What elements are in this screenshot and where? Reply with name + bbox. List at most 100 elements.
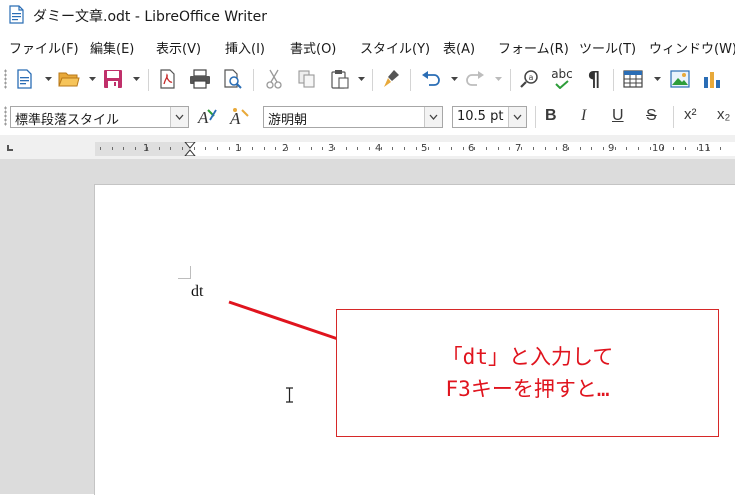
undo-dropdown[interactable] bbox=[450, 67, 458, 91]
menu-view[interactable]: 表示(V) bbox=[156, 38, 201, 57]
undo-button[interactable] bbox=[419, 67, 443, 91]
save-dropdown[interactable] bbox=[132, 67, 140, 91]
text-cursor-icon bbox=[286, 387, 293, 403]
paste-button[interactable] bbox=[328, 67, 352, 91]
tab-stop-selector[interactable] bbox=[7, 145, 13, 151]
print-button[interactable] bbox=[188, 67, 212, 91]
ruler-tick bbox=[673, 147, 674, 150]
ruler-tick bbox=[708, 147, 709, 150]
font-size-value: 10.5 pt bbox=[457, 109, 504, 124]
ruler-tick bbox=[404, 147, 405, 150]
text-boundary-mark bbox=[178, 266, 191, 279]
menu-bar: ファイル(F) 編集(E) 表示(V) 挿入(I) 書式(O) スタイル(Y) … bbox=[0, 33, 735, 60]
find-replace-icon: a bbox=[520, 70, 538, 88]
menu-format[interactable]: 書式(O) bbox=[290, 38, 336, 57]
new-dropdown[interactable] bbox=[44, 67, 52, 91]
chevron-down-icon bbox=[494, 77, 502, 81]
paragraph-style-combo[interactable]: 標準段落スタイル bbox=[10, 106, 189, 128]
toolbar-grip[interactable] bbox=[4, 106, 7, 126]
font-size-combo[interactable]: 10.5 pt bbox=[452, 106, 527, 128]
export-pdf-icon bbox=[160, 69, 175, 89]
menu-table[interactable]: 表(A) bbox=[443, 38, 475, 57]
strikethrough-button[interactable]: S bbox=[646, 107, 657, 125]
table-dropdown[interactable] bbox=[653, 67, 661, 91]
ruler-tick bbox=[369, 147, 370, 150]
insert-chart-icon bbox=[704, 72, 720, 88]
spellcheck-button[interactable]: abc bbox=[550, 67, 574, 91]
ruler-tick bbox=[428, 147, 429, 150]
insert-chart-button[interactable] bbox=[700, 67, 724, 91]
bold-button[interactable]: B bbox=[545, 107, 557, 125]
clone-formatting-icon bbox=[384, 70, 399, 87]
ruler-area: 1 1 2 3 4 5 6 7 8 9 10 11 bbox=[0, 135, 735, 159]
menu-edit[interactable]: 編集(E) bbox=[90, 38, 134, 57]
ruler-tick bbox=[123, 147, 124, 150]
open-button[interactable] bbox=[57, 67, 81, 91]
find-replace-button[interactable]: a bbox=[518, 67, 542, 91]
menu-tools[interactable]: ツール(T) bbox=[579, 38, 636, 57]
ruler-tick bbox=[287, 147, 288, 150]
menu-form[interactable]: フォーム(R) bbox=[498, 38, 569, 57]
horizontal-ruler[interactable]: 1 1 2 3 4 5 6 7 8 9 10 11 bbox=[95, 142, 735, 156]
toolbar-separator bbox=[535, 106, 536, 128]
ruler-tick bbox=[100, 147, 101, 150]
save-button[interactable] bbox=[101, 67, 125, 91]
annotation-callout: 「dt」と入力して F3キーを押すと… bbox=[336, 309, 719, 437]
open-dropdown[interactable] bbox=[88, 67, 96, 91]
insert-image-button[interactable] bbox=[668, 67, 692, 91]
menu-insert[interactable]: 挿入(I) bbox=[225, 38, 265, 57]
toolbar-separator bbox=[510, 69, 511, 91]
paragraph-style-dropdown[interactable] bbox=[170, 107, 188, 127]
redo-button[interactable] bbox=[463, 67, 487, 91]
menu-file[interactable]: ファイル(F) bbox=[9, 38, 79, 57]
ruler-tick bbox=[662, 147, 663, 150]
print-preview-button[interactable] bbox=[221, 67, 245, 91]
font-size-dropdown[interactable] bbox=[508, 107, 526, 127]
new-document-button[interactable] bbox=[13, 67, 37, 91]
ruler-tick bbox=[626, 147, 627, 150]
clone-formatting-button[interactable] bbox=[380, 67, 404, 91]
chevron-down-icon bbox=[357, 77, 365, 81]
update-style-icon: A bbox=[197, 108, 217, 127]
redo-dropdown[interactable] bbox=[494, 67, 502, 91]
insert-table-button[interactable] bbox=[621, 67, 645, 91]
copy-icon bbox=[298, 70, 315, 88]
ruler-tick bbox=[346, 147, 347, 150]
update-style-button[interactable]: A bbox=[195, 105, 219, 129]
ruler-number: 9 bbox=[608, 143, 615, 154]
menu-window[interactable]: ウィンドウ(W) bbox=[649, 38, 735, 57]
toolbar-separator bbox=[253, 69, 254, 91]
superscript-button[interactable]: x² bbox=[684, 106, 697, 123]
cut-button[interactable] bbox=[262, 67, 286, 91]
chevron-down-icon bbox=[653, 77, 661, 81]
ruler-tick bbox=[591, 147, 592, 150]
italic-button[interactable]: I bbox=[581, 107, 586, 125]
ruler-tick bbox=[416, 147, 417, 150]
subscript-button[interactable]: x₂ bbox=[717, 106, 730, 123]
ruler-tick bbox=[650, 147, 651, 150]
toolbar-grip[interactable] bbox=[4, 69, 7, 89]
ruler-tick bbox=[392, 147, 393, 150]
new-style-button[interactable]: A bbox=[227, 105, 251, 129]
formatting-marks-button[interactable]: ¶ bbox=[582, 67, 606, 91]
toolbar-separator bbox=[410, 69, 411, 91]
underline-button[interactable]: U bbox=[612, 107, 624, 125]
font-name-combo[interactable]: 游明朝 bbox=[263, 106, 443, 128]
paste-dropdown[interactable] bbox=[357, 67, 365, 91]
ruler-tick bbox=[521, 147, 522, 150]
print-preview-icon bbox=[224, 69, 242, 89]
menu-styles[interactable]: スタイル(Y) bbox=[360, 38, 430, 57]
check-icon bbox=[555, 80, 569, 89]
pilcrow-icon: ¶ bbox=[587, 67, 601, 91]
ruler-tick bbox=[252, 147, 253, 150]
font-name-dropdown[interactable] bbox=[424, 107, 442, 127]
ruler-tick bbox=[486, 147, 487, 150]
print-icon bbox=[190, 69, 210, 89]
copy-button[interactable] bbox=[295, 67, 319, 91]
ruler-tick bbox=[135, 147, 136, 150]
toolbar-separator bbox=[673, 106, 674, 128]
chevron-down-icon bbox=[88, 77, 96, 81]
ruler-tick bbox=[159, 147, 160, 150]
export-pdf-button[interactable] bbox=[156, 67, 180, 91]
window-title: ダミー文章.odt - LibreOffice Writer bbox=[33, 9, 268, 25]
